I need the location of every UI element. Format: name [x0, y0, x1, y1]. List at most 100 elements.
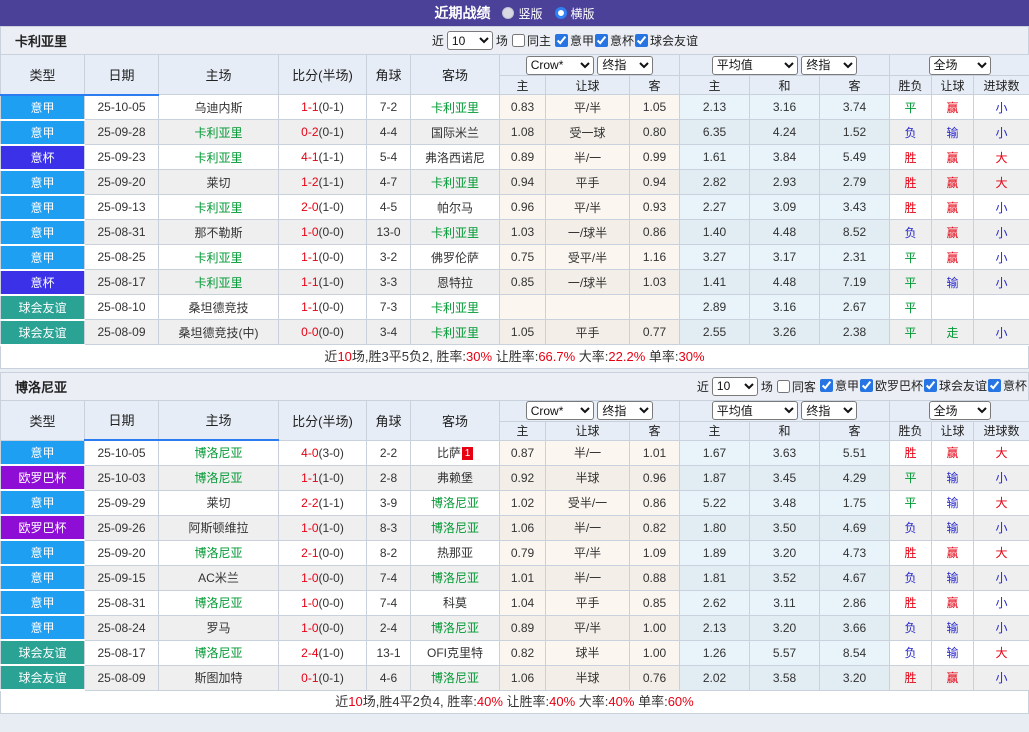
result-goals: 大 — [973, 144, 1029, 170]
avg-draw: 3.16 — [749, 294, 820, 320]
recent-count-select[interactable]: 10 — [711, 376, 758, 396]
home-team: 桑坦德竞技(中) — [158, 319, 279, 345]
scope-select[interactable]: 全场 — [928, 55, 991, 75]
col-odds-handicap: 让球 — [545, 75, 630, 95]
avg-draw: 3.26 — [749, 319, 820, 345]
result-goals: 大 — [973, 489, 1029, 516]
team-text: 卡利亚里 — [430, 175, 479, 190]
avg-source-select[interactable]: 平均值 — [711, 401, 798, 420]
col-away: 客场 — [410, 54, 500, 95]
avg-away: 3.43 — [819, 194, 890, 220]
match-type-badge: 球会友谊 — [0, 294, 85, 321]
competition-checkbox[interactable] — [554, 33, 568, 47]
col-avg-home: 主 — [679, 75, 750, 95]
match-type-badge: 意甲 — [0, 439, 85, 466]
avg-away: 2.86 — [819, 589, 890, 616]
match-date: 25-09-15 — [84, 564, 159, 591]
competition-filter[interactable]: 意杯 — [987, 377, 1027, 394]
match-type-badge: 意甲 — [0, 564, 85, 591]
summary-segment: 40% — [549, 694, 576, 709]
col-result-outcome: 胜负 — [889, 75, 932, 95]
match-date: 25-09-13 — [84, 194, 159, 220]
match-type-badge: 意甲 — [0, 614, 85, 641]
match-date: 25-08-17 — [84, 269, 159, 295]
competition-checkbox[interactable] — [923, 379, 937, 392]
same-venue-label: 同主 — [526, 34, 551, 48]
home-team: 莱切 — [158, 489, 279, 516]
table-row: 欧罗巴杯 25-09-26 阿斯顿维拉 1-0(1-0) 8-3 博洛尼亚 1.06 半/一 0… — [0, 514, 1029, 541]
result-goals: 小 — [973, 269, 1029, 295]
match-type-badge: 欧罗巴杯 — [0, 514, 85, 541]
result-goals: 小 — [973, 514, 1029, 541]
result-group-header: 全场 — [889, 54, 1029, 76]
avg-away: 1.52 — [819, 119, 890, 145]
same-venue-filter[interactable]: 同主 — [511, 32, 551, 49]
recent-count-select[interactable]: 10 — [446, 31, 493, 50]
match-date: 25-08-17 — [84, 639, 159, 666]
odds-home: 1.03 — [499, 219, 546, 245]
avg-home: 2.62 — [679, 589, 750, 616]
summary-segment: 10 — [337, 348, 352, 364]
team-section-bologna: 博洛尼亚 近 10 场 同客 意甲 欧罗巴杯 球会友谊 意杯 类型 日期 主场 比分(… — [0, 371, 1029, 714]
odds-home: 0.79 — [499, 539, 546, 566]
odds-away: 1.00 — [629, 614, 680, 641]
corner-score: 5-4 — [366, 144, 411, 170]
team-text: 比萨 — [436, 446, 461, 460]
table-row: 意甲 25-08-31 博洛尼亚 1-0(0-0) 7-4 科莫 1.04 平手 0.85 2.6… — [0, 589, 1029, 616]
competition-filter[interactable]: 球会友谊 — [634, 32, 698, 49]
competition-checkbox[interactable] — [987, 379, 1001, 392]
result-goals: 小 — [973, 614, 1029, 641]
avg-stage-select[interactable]: 终指 — [801, 401, 858, 420]
result-handicap: 赢 — [931, 244, 974, 270]
layout-option-vertical[interactable]: 竖版 — [502, 5, 543, 22]
odds-home: 1.06 — [499, 664, 546, 691]
scope-select[interactable]: 全场 — [928, 401, 991, 420]
competition-checkbox[interactable] — [634, 33, 648, 47]
match-type-badge: 球会友谊 — [0, 319, 85, 346]
summary-segment: 60% — [667, 694, 694, 709]
home-team: 阿斯顿维拉 — [158, 514, 279, 541]
odds-handicap: 半/一 — [545, 144, 630, 170]
home-team: 博洛尼亚 — [158, 639, 279, 666]
competition-filter[interactable]: 球会友谊 — [923, 377, 987, 394]
result-goals: 小 — [973, 664, 1029, 691]
competition-checkbox[interactable] — [859, 379, 873, 392]
col-corner: 角球 — [366, 399, 411, 441]
avg-stage-select[interactable]: 终指 — [801, 55, 858, 75]
competition-checkbox[interactable] — [594, 33, 608, 47]
team-text: 莱切 — [206, 175, 231, 190]
avg-home: 2.55 — [679, 319, 750, 345]
same-venue-checkbox[interactable] — [511, 34, 525, 47]
competition-filter[interactable]: 欧罗巴杯 — [859, 377, 923, 394]
odds-source-select[interactable]: Crow* — [525, 55, 594, 75]
away-team: 国际米兰 — [410, 119, 500, 145]
radio-icon[interactable] — [554, 7, 567, 19]
competition-checkbox[interactable] — [819, 379, 833, 392]
table-row: 意甲 25-10-05 乌迪内斯 1-1(0-1) 7-2 卡利亚里 0.83 平/半 1.05… — [0, 94, 1029, 121]
competition-label: 意杯 — [609, 33, 634, 48]
same-venue-checkbox[interactable] — [776, 379, 790, 393]
result-outcome: 胜 — [889, 439, 932, 466]
odds-source-select[interactable]: Crow* — [525, 401, 594, 420]
match-date: 25-09-28 — [84, 119, 159, 145]
avg-home: 2.13 — [679, 94, 750, 120]
table-row: 意甲 25-09-15 AC米兰 1-0(0-0) 7-4 博洛尼亚 1.01 半/一 0.88… — [0, 564, 1029, 591]
result-goals: 小 — [973, 244, 1029, 270]
odds-stage-select[interactable]: 终指 — [597, 55, 654, 75]
team-text: 罗马 — [206, 621, 231, 635]
competition-filter[interactable]: 意甲 — [819, 377, 859, 394]
competition-filter[interactable]: 意甲 — [554, 32, 594, 49]
same-venue-filter[interactable]: 同客 — [776, 378, 816, 395]
odds-stage-select[interactable]: 终指 — [597, 401, 654, 420]
avg-away: 8.54 — [819, 639, 890, 666]
radio-icon[interactable] — [502, 7, 515, 19]
avg-source-select[interactable]: 平均值 — [711, 55, 798, 75]
layout-option-horizontal[interactable]: 横版 — [554, 5, 595, 22]
odds-handicap: 平/半 — [545, 539, 630, 566]
avg-home: 6.35 — [679, 119, 750, 145]
score: 1-0(0-0) — [278, 589, 367, 616]
match-date: 25-09-29 — [84, 489, 159, 516]
competition-filter[interactable]: 意杯 — [594, 32, 634, 49]
odds-away — [629, 294, 680, 320]
page-title: 近期战绩 — [434, 5, 491, 21]
